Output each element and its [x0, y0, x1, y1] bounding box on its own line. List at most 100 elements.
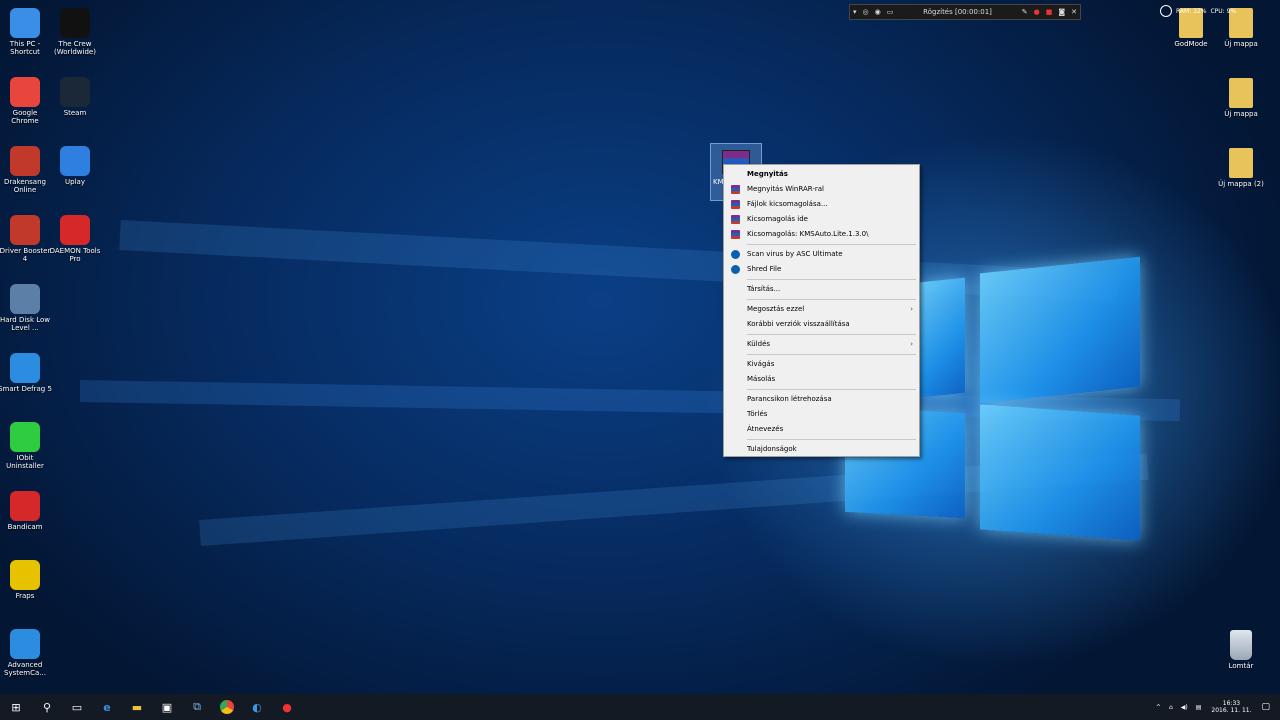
- context-menu-item[interactable]: Küldés ›: [724, 337, 919, 352]
- context-menu-item-label: Küldés: [747, 340, 771, 348]
- bandicam-icon[interactable]: ●: [272, 694, 302, 720]
- edge-icon[interactable]: e: [92, 694, 122, 720]
- desktop-icon-label: Google Chrome: [11, 109, 39, 125]
- close-icon[interactable]: ✕: [1068, 8, 1080, 16]
- desktop-icon[interactable]: Bandicam: [0, 491, 52, 531]
- stop-icon[interactable]: ■: [1043, 8, 1056, 16]
- context-menu-item[interactable]: Társítás...: [724, 282, 919, 297]
- ram-usage: RAM: 32%: [1176, 7, 1207, 15]
- desktop-icon[interactable]: Drakensang Online: [0, 146, 52, 194]
- context-menu-item-label: Törlés: [747, 410, 768, 418]
- chevron-right-icon: ›: [910, 340, 913, 348]
- desktop-icon[interactable]: DAEMON Tools Pro: [48, 215, 102, 263]
- recording-toolbar: ▾ ◎ ◉ ▭ Rögzítés [00:00:01] ✎ ● ■ ◙ ✕: [849, 4, 1081, 20]
- harddisk-icon: [10, 284, 40, 314]
- web-icon[interactable]: ◉: [872, 8, 884, 16]
- winrar-icon: [731, 200, 740, 209]
- context-menu-item[interactable]: Törlés: [724, 407, 919, 422]
- folder-icon: [1229, 78, 1253, 108]
- winrar-icon: [731, 185, 740, 194]
- desktop-icon[interactable]: Új mappa (2): [1214, 148, 1268, 188]
- context-menu-item-label: Megnyitás: [747, 170, 788, 178]
- context-menu-item-label: Tulajdonságok: [747, 445, 797, 453]
- context-menu-item[interactable]: Kicsomagolás ide: [724, 212, 919, 227]
- context-menu-item[interactable]: Parancsikon létrehozása: [724, 392, 919, 407]
- desktop-icon[interactable]: Hard Disk Low Level ...: [0, 284, 52, 332]
- context-menu-item[interactable]: Kivágás: [724, 357, 919, 372]
- chrome-icon[interactable]: [212, 694, 242, 720]
- target-icon[interactable]: ◎: [860, 8, 872, 16]
- context-menu-item-label: Átnevezés: [747, 425, 784, 433]
- clock-date: 2016. 11. 11.: [1211, 707, 1252, 714]
- asc-icon: [731, 250, 740, 259]
- context-menu-item[interactable]: Kicsomagolás: KMSAuto.Lite.1.3.0\: [724, 227, 919, 242]
- file-explorer-icon[interactable]: ▬: [122, 694, 152, 720]
- chevron-up-icon[interactable]: ^: [1152, 704, 1165, 711]
- volume-icon[interactable]: ◀): [1177, 704, 1192, 711]
- context-menu-item[interactable]: Scan virus by ASC Ultimate: [724, 247, 919, 262]
- system-tray: ^ ⌂ ◀) ▤ 16:33 2016. 11. 11. ▢: [1152, 694, 1280, 720]
- context-menu-item[interactable]: Fájlok kicsomagolása...: [724, 197, 919, 212]
- desktop-icon[interactable]: The Crew (Worldwide): [48, 8, 102, 56]
- chrome-icon: [10, 77, 40, 107]
- menu-separator: [747, 299, 916, 300]
- winrar-icon: [731, 215, 740, 224]
- logo-pane: [980, 404, 1140, 541]
- context-menu: Megnyitás Megnyitás WinRAR-ral Fájlok kics…: [723, 164, 920, 457]
- folder-icon: [1229, 148, 1253, 178]
- desktop-icon[interactable]: Smart Defrag 5: [0, 353, 52, 393]
- desktop-icon[interactable]: This PC - Shortcut: [0, 8, 52, 56]
- context-menu-item[interactable]: Megnyitás: [724, 167, 919, 182]
- recording-status: Rögzítés [00:00:01]: [923, 8, 992, 16]
- systemcare-icon[interactable]: ◐: [242, 694, 272, 720]
- desktop-icon[interactable]: Driver Booster 4: [0, 215, 52, 263]
- logo-pane: [920, 277, 965, 398]
- start-button[interactable]: ⊞: [0, 694, 32, 720]
- network-icon[interactable]: ⌂: [1165, 704, 1177, 711]
- menu-arrow-icon[interactable]: ▾: [850, 8, 860, 16]
- desktop-icon[interactable]: Advanced SystemCa...: [0, 629, 52, 677]
- daemon-tools-icon: [60, 215, 90, 245]
- context-menu-item[interactable]: Megnyitás WinRAR-ral: [724, 182, 919, 197]
- context-menu-item[interactable]: Másolás: [724, 372, 919, 387]
- record-icon[interactable]: ●: [1031, 8, 1043, 16]
- task-view-icon[interactable]: ▭: [62, 694, 92, 720]
- winrar-icon: [731, 230, 740, 239]
- desktop-icon-label: Új mappa: [1224, 40, 1258, 48]
- context-menu-item[interactable]: Átnevezés: [724, 422, 919, 437]
- recycle-bin-icon: [1230, 630, 1252, 660]
- context-menu-item[interactable]: Shred File: [724, 262, 919, 277]
- desktop-icon-label: GodMode: [1174, 40, 1208, 48]
- context-menu-item-label: Korábbi verziók visszaállítása: [747, 320, 850, 328]
- desktop-icon-label: Steam: [63, 109, 87, 117]
- pencil-icon[interactable]: ✎: [1019, 8, 1031, 16]
- context-menu-item-label: Kicsomagolás ide: [747, 215, 808, 223]
- notification-icon[interactable]: ▢: [1257, 702, 1280, 712]
- desktop-icon[interactable]: Google Chrome: [0, 77, 52, 125]
- context-menu-item[interactable]: Tulajdonságok: [724, 442, 919, 457]
- search-icon[interactable]: ⚲: [32, 694, 62, 720]
- drakensang-icon: [10, 146, 40, 176]
- desktop-icon[interactable]: Lomtár: [1214, 630, 1268, 670]
- desktop-icon-label: This PC - Shortcut: [9, 40, 41, 56]
- system-monitor: RAM: 32% CPU: 9%: [1160, 4, 1236, 18]
- clock-time: 16:33: [1222, 700, 1241, 707]
- keyboard-icon[interactable]: ▤: [1192, 704, 1206, 711]
- desktop-icon-label: Driver Booster 4: [0, 247, 51, 263]
- store-icon[interactable]: ▣: [152, 694, 182, 720]
- context-menu-item[interactable]: Korábbi verziók visszaállítása: [724, 317, 919, 332]
- context-menu-item[interactable]: Megosztás ezzel ›: [724, 302, 919, 317]
- desktop-icon[interactable]: Fraps: [0, 560, 52, 600]
- desktop-icon[interactable]: Steam: [48, 77, 102, 117]
- desktop-icon-label: Fraps: [15, 592, 35, 600]
- network-app-icon[interactable]: ⧉: [182, 694, 212, 720]
- context-menu-item-label: Scan virus by ASC Ultimate: [747, 250, 843, 258]
- desktop-icon[interactable]: IObit Uninstaller: [0, 422, 52, 470]
- camera-icon[interactable]: ◙: [1055, 8, 1068, 16]
- clock[interactable]: 16:33 2016. 11. 11.: [1205, 700, 1257, 714]
- context-menu-item-label: Fájlok kicsomagolása...: [747, 200, 828, 208]
- desktop-icon[interactable]: Új mappa: [1214, 78, 1268, 118]
- window-icon[interactable]: ▭: [884, 8, 897, 16]
- context-menu-item-label: Társítás...: [747, 285, 781, 293]
- desktop-icon[interactable]: Uplay: [48, 146, 102, 186]
